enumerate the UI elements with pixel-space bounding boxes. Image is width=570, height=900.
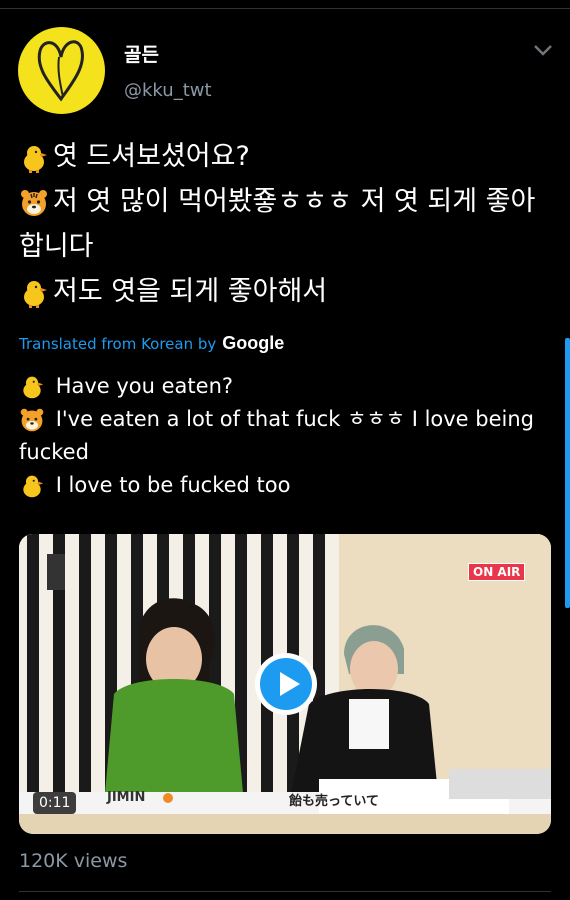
tiger-icon (20, 408, 44, 432)
translation-line-text: Have you eaten? (55, 374, 234, 398)
avatar[interactable] (18, 27, 105, 114)
caption-subtitle: 飴も売っていて (289, 794, 379, 809)
caption-name: JIMIN (107, 790, 146, 805)
translation-label: Translated from Korean by (19, 334, 217, 353)
tweet-text: 엿 드셔보셨어요? 저 엿 많이 먹어봤죻ㅎㅎㅎ 저 엿 되게 좋아합니다 저도… (19, 134, 554, 314)
translated-text: Have you eaten? I've eaten a lot of that… (19, 370, 559, 502)
translation-line: Have you eaten? (19, 370, 559, 403)
display-name[interactable]: 골든 (124, 40, 159, 67)
view-count: 120K views (19, 850, 128, 872)
tiger-icon (21, 189, 47, 216)
chick-icon (24, 145, 47, 173)
user-handle[interactable]: @kku_twt (124, 80, 212, 101)
bottom-divider (19, 891, 551, 892)
translation-line: I love to be fucked too (19, 469, 559, 502)
tweet-line-text: 엿 드셔보셨어요? (53, 141, 250, 172)
on-air-badge: ON AIR (468, 563, 526, 581)
translation-attribution[interactable]: Translated from Korean by Google (19, 333, 284, 354)
translation-line: I've eaten a lot of that fuck ㅎㅎㅎ I love… (19, 403, 559, 469)
video-duration: 0:11 (33, 792, 77, 814)
chick-icon (24, 280, 47, 308)
scrollbar[interactable] (565, 338, 570, 608)
google-logo: Google (222, 333, 285, 353)
play-button[interactable] (255, 653, 317, 715)
tweet-line-text: 저도 엿을 되게 좋아해서 (53, 276, 328, 307)
play-icon (260, 658, 312, 710)
tweet-line: 엿 드셔보셨어요? (19, 134, 554, 179)
chick-icon (23, 376, 44, 399)
tweet-line-text: 저 엿 많이 먹어봤죻ㅎㅎㅎ 저 엿 되게 좋아합니다 (19, 186, 536, 262)
heart-doodle-icon (37, 40, 84, 102)
translation-line-text: I love to be fucked too (55, 473, 291, 497)
top-divider (0, 8, 570, 9)
tweet-line: 저 엿 많이 먹어봤죻ㅎㅎㅎ 저 엿 되게 좋아합니다 (19, 179, 554, 269)
video-player[interactable]: ON AIR JIMIN 飴も売っていて 0:11 (19, 534, 551, 834)
tweet-line: 저도 엿을 되게 좋아해서 (19, 269, 554, 314)
translation-line-text: I've eaten a lot of that fuck ㅎㅎㅎ I love… (19, 407, 534, 464)
chick-icon (23, 475, 44, 498)
chevron-down-icon[interactable] (532, 42, 554, 58)
